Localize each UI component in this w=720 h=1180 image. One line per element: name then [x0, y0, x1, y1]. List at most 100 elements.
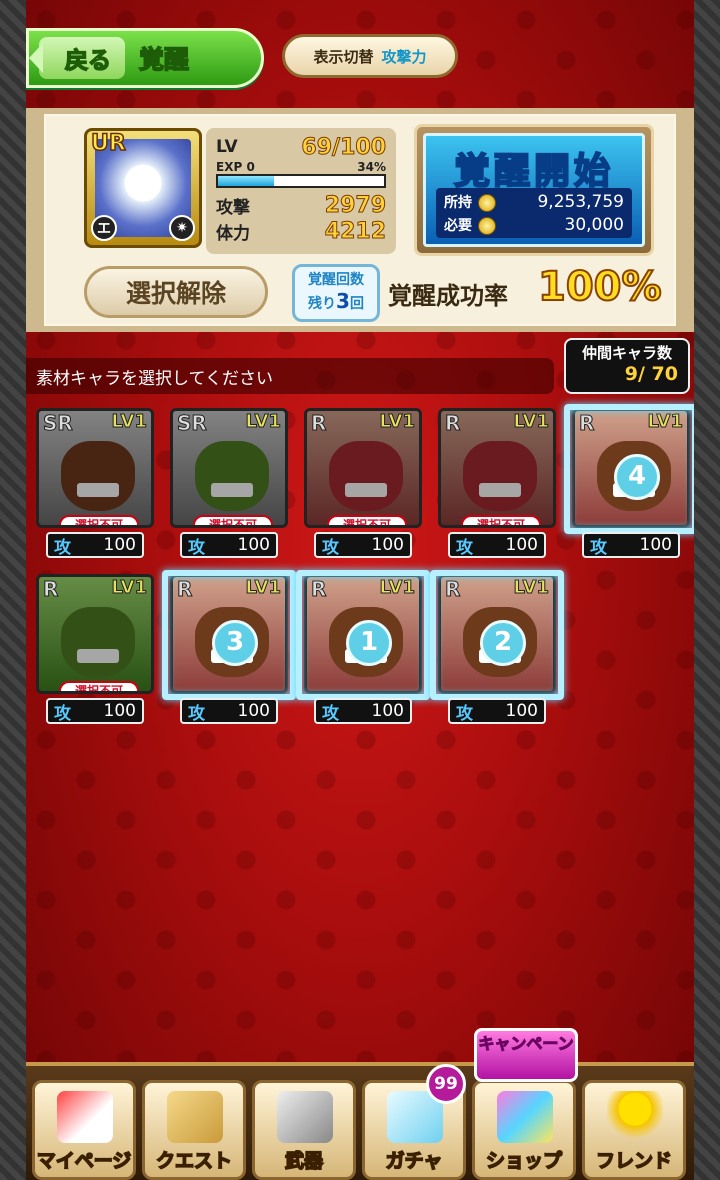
display-toggle-button[interactable]: 表示切替 攻撃力: [282, 34, 458, 78]
card-rarity: R: [444, 411, 461, 436]
card-rarity: R: [42, 577, 59, 602]
gem-icon: [497, 1091, 553, 1143]
awaken-start-button[interactable]: 覚醒開始 所持 9,253,759 必要 30,000: [414, 124, 654, 256]
awaken-start-label: 覚醒開始: [453, 150, 614, 193]
back-button[interactable]: 戻る: [29, 37, 125, 79]
exp-label: EXP: [216, 160, 243, 174]
exp-value: 0: [246, 160, 255, 174]
card-attack-value: 100: [237, 701, 270, 721]
selection-order-badge: 4: [614, 454, 660, 500]
remaining-count: 3: [336, 289, 350, 313]
coin-box: 所持 9,253,759 必要 30,000: [436, 188, 632, 238]
level-value: 69/100: [301, 134, 387, 160]
card-attack-value: 100: [103, 701, 136, 721]
material-card[interactable]: SR LV1 選択不可 攻 100: [36, 400, 154, 560]
level-label: LV: [216, 137, 238, 157]
required-label: 必要: [444, 217, 472, 234]
nav-label: フレンド: [595, 1149, 673, 1173]
attack-icon: 攻: [456, 537, 473, 558]
card-attack: 攻 100: [448, 532, 546, 558]
card-level: LV1: [513, 411, 549, 433]
exp-progress-bar: [216, 174, 386, 188]
status-panel: UR エ ✷ LV 69/100 EXP 0 34% 攻撃 2979 体力 42…: [26, 108, 694, 332]
material-card-selected[interactable]: R LV1 2 攻 100: [430, 566, 564, 726]
nav-quest[interactable]: クエスト: [142, 1080, 246, 1180]
card-attack: 攻 100: [46, 532, 144, 558]
campaign-button[interactable]: キャンペーン: [474, 1028, 578, 1082]
card-attack-value: 100: [103, 535, 136, 555]
selection-frame: 2: [430, 570, 564, 700]
attack-icon: 攻: [322, 537, 339, 558]
unavailable-badge: 選択不可: [193, 515, 273, 525]
unavailable-badge: 選択不可: [59, 681, 139, 691]
nav-label: マイページ: [36, 1149, 132, 1173]
selection-order-badge: 3: [212, 620, 258, 666]
bottom-nav: マイページ クエスト 武器 ガチャ ショップ フレンド: [26, 1062, 694, 1180]
owned-label: 所持: [444, 194, 472, 211]
card-attack: 攻 100: [448, 698, 546, 724]
party-count-value: 9/ 70: [624, 363, 678, 385]
page-title: 覚醒: [138, 44, 190, 75]
attack-icon: 攻: [188, 537, 205, 558]
material-card-selected[interactable]: R LV1 3 攻 100: [162, 566, 296, 726]
material-card[interactable]: R LV1 選択不可 攻 100: [304, 400, 422, 560]
nav-mypage[interactable]: マイページ: [32, 1080, 136, 1180]
card-attack-value: 100: [371, 535, 404, 555]
party-count-label: 仲間キャラ数: [581, 344, 672, 362]
attribute-icon: エ: [91, 215, 117, 241]
attack-icon: 攻: [590, 537, 607, 558]
toggle-value: 攻撃力: [381, 47, 427, 66]
attack-icon: 攻: [54, 537, 71, 558]
card-attack: 攻 100: [314, 532, 412, 558]
owned-value: 9,253,759: [537, 191, 624, 212]
person-icon: [607, 1091, 663, 1143]
unavailable-badge: 選択不可: [59, 515, 139, 525]
card-level: LV1: [245, 411, 281, 433]
material-card[interactable]: R LV1 選択不可 攻 100: [438, 400, 556, 560]
attack-icon: 攻: [322, 703, 339, 724]
card-level: LV1: [111, 577, 147, 599]
material-card-selected[interactable]: R LV1 4 攻 100: [564, 400, 694, 560]
card-level: LV1: [111, 411, 147, 433]
nav-shop[interactable]: ショップ: [472, 1080, 576, 1180]
material-card[interactable]: R LV1 選択不可 攻 100: [36, 566, 154, 726]
card-attack: 攻 100: [314, 698, 412, 724]
card-attack-value: 100: [505, 701, 538, 721]
card-attack-value: 100: [639, 535, 672, 555]
unavailable-badge: 選択不可: [461, 515, 541, 525]
card-level: LV1: [379, 411, 415, 433]
nav-friend[interactable]: フレンド: [582, 1080, 686, 1180]
instruction-text: 素材キャラを選択してください: [26, 358, 554, 394]
attack-value: 2979: [324, 192, 386, 218]
material-card[interactable]: SR LV1 選択不可 攻 100: [170, 400, 288, 560]
map-icon: [167, 1091, 223, 1143]
coin-icon: [478, 193, 496, 212]
element-icon: ✷: [169, 215, 195, 241]
right-frame: [694, 0, 720, 1180]
nav-label: クエスト: [155, 1149, 233, 1173]
gacha-count-badge: 99: [426, 1064, 466, 1104]
crossed-swords-icon: [277, 1091, 333, 1143]
card-rarity: SR: [177, 411, 208, 436]
hp-value: 4212: [324, 218, 386, 244]
material-card-selected[interactable]: R LV1 1 攻 100: [296, 566, 430, 726]
party-count-box: 仲間キャラ数 9/ 70: [564, 338, 690, 394]
card-attack-value: 100: [237, 535, 270, 555]
card-attack-value: 100: [505, 535, 538, 555]
selection-order-badge: 1: [346, 620, 392, 666]
card-attack: 攻 100: [582, 532, 680, 558]
card-attack: 攻 100: [180, 698, 278, 724]
nav-label: ガチャ: [385, 1149, 443, 1173]
selection-frame: 3: [162, 570, 296, 700]
left-frame: [0, 0, 26, 1180]
remaining-prefix: 残り: [308, 296, 337, 312]
attack-icon: 攻: [456, 703, 473, 724]
success-rate-label: 覚醒成功率: [388, 282, 508, 310]
required-value: 30,000: [564, 214, 624, 235]
character-portrait[interactable]: UR エ ✷: [84, 128, 202, 248]
main-stage: 戻る 覚醒 表示切替 攻撃力 UR エ ✷ LV 69/100 EXP 0 34…: [26, 0, 694, 1180]
deselect-button[interactable]: 選択解除: [84, 266, 268, 318]
nav-weapon[interactable]: 武器: [252, 1080, 356, 1180]
remaining-suffix: 回: [349, 296, 364, 312]
stats-box: LV 69/100 EXP 0 34% 攻撃 2979 体力 4212: [206, 128, 396, 254]
